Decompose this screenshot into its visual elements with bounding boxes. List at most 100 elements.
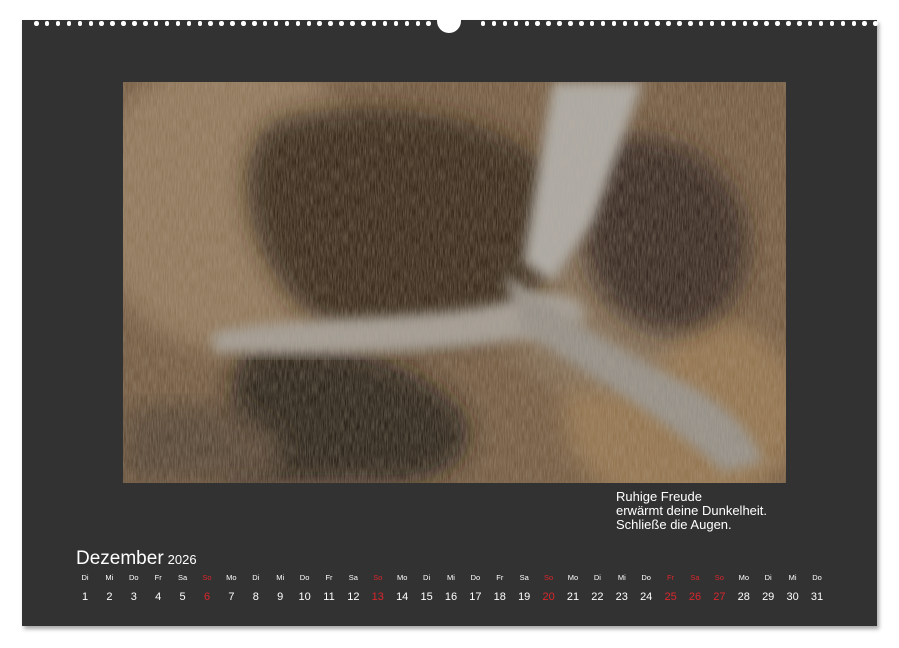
day-column: Fr 11 — [317, 572, 341, 608]
caption-line: erwärmt deine Dunkelheit. — [616, 503, 768, 518]
photo-caption: Ruhige Freude erwärmt deine Dunkelheit. … — [616, 490, 816, 532]
day-number: 23 — [615, 591, 628, 603]
weekday-label: Do — [641, 573, 651, 582]
binding-hole — [77, 21, 83, 26]
weekday-label: Fr — [325, 573, 333, 582]
day-column: Mo 21 — [561, 572, 585, 608]
binding-hole — [829, 21, 835, 26]
binding-hole — [153, 21, 159, 26]
binding-hole — [786, 21, 791, 26]
day-column: So 13 — [366, 572, 390, 608]
day-number: 2 — [106, 591, 113, 603]
day-number: 24 — [640, 591, 653, 603]
binding-hole — [873, 21, 878, 26]
binding-hole — [775, 21, 780, 26]
day-number: 17 — [469, 591, 482, 603]
day-number: 21 — [566, 591, 580, 603]
day-column: Mo 28 — [732, 572, 756, 608]
binding-hole — [688, 21, 693, 26]
day-number: 3 — [130, 591, 137, 603]
binding-hole — [361, 21, 366, 26]
binding-hole — [677, 21, 682, 26]
binding-hole — [44, 21, 50, 26]
day-column: So 6 — [195, 572, 219, 608]
day-column: Mi 2 — [97, 572, 121, 608]
binding-hole — [797, 21, 802, 26]
binding-hole — [502, 21, 508, 26]
binding-hole — [273, 21, 279, 26]
binding-hole — [404, 21, 410, 26]
binding-hole — [698, 21, 704, 26]
binding-hole — [600, 21, 606, 26]
binding-hole — [491, 21, 497, 26]
binding-hole — [862, 21, 867, 26]
weekday-label: So — [202, 573, 212, 582]
weekday-label: Fr — [496, 573, 504, 582]
binding-hole — [655, 21, 660, 26]
weekday-label: So — [544, 573, 554, 582]
day-number: 30 — [786, 591, 799, 603]
binding-hole — [143, 21, 148, 26]
binding-hole — [66, 21, 72, 26]
binding-hole — [317, 21, 322, 26]
binding-hole — [535, 21, 540, 26]
day-number: 6 — [203, 591, 211, 603]
day-number: 26 — [688, 591, 702, 603]
binding-hole — [164, 21, 170, 26]
binding-hole — [88, 21, 93, 26]
day-number: 10 — [298, 591, 311, 603]
binding-hole — [720, 21, 726, 26]
binding-hole — [557, 21, 562, 26]
binding-hole — [622, 21, 628, 26]
day-column: Di 1 — [73, 572, 97, 608]
day-number: 7 — [228, 591, 235, 603]
binding-hole — [513, 21, 519, 26]
day-column: Di 29 — [756, 572, 780, 608]
binding-hole — [252, 21, 257, 26]
day-number: 19 — [518, 591, 531, 603]
binding-hole — [568, 21, 573, 26]
binding-hole — [415, 21, 420, 26]
day-column: Do 17 — [463, 572, 487, 608]
binding-hole — [742, 21, 747, 26]
binding-hole — [426, 21, 431, 26]
binding-hole — [208, 21, 213, 26]
binding-hole — [371, 21, 377, 26]
binding-hole — [306, 21, 311, 26]
weekday-label: So — [373, 573, 383, 582]
binding-hole — [731, 21, 737, 26]
month-title: Dezember 2026 — [76, 548, 197, 570]
weekday-label: Mo — [396, 573, 408, 582]
day-column: Sa 26 — [683, 572, 707, 608]
day-number: 25 — [664, 591, 677, 603]
day-number: 27 — [713, 591, 726, 603]
weekday-label: Do — [470, 573, 481, 582]
binding-hole — [339, 21, 344, 26]
weekday-label: Di — [764, 573, 772, 582]
binding-hole — [382, 21, 388, 26]
binding-hole — [262, 21, 268, 26]
day-column: Sa 5 — [171, 572, 195, 608]
binding-hole — [644, 21, 649, 26]
day-column: Mo 14 — [390, 572, 414, 608]
calendar-photo — [123, 82, 786, 483]
day-column: Mi 16 — [439, 572, 463, 608]
binding-hole — [480, 21, 486, 26]
day-number: 9 — [277, 591, 284, 603]
weekday-label: Di — [252, 573, 260, 582]
binding-hole — [219, 21, 224, 26]
binding-hole — [186, 21, 192, 26]
day-grid: Di 1 Mi 2 Do 3 Fr 4 Sa 5 So 6 Mo 7 Di 8 Mi 9 Do 10 Fr 11 Sa 12 S… — [73, 572, 829, 608]
month-year: 2026 — [167, 552, 197, 567]
day-column: So 20 — [537, 572, 561, 608]
weekday-label: Do — [812, 573, 822, 582]
binding-hole — [175, 21, 181, 26]
weekday-label: Do — [129, 573, 139, 582]
weekday-label: Mo — [738, 573, 749, 582]
weekday-label: Sa — [348, 573, 358, 582]
weekday-label: Sa — [519, 573, 529, 582]
binding-hole — [132, 21, 137, 26]
weekday-label: Mi — [105, 573, 114, 582]
day-column: Fr 25 — [659, 572, 683, 608]
weekday-label: So — [714, 573, 724, 582]
